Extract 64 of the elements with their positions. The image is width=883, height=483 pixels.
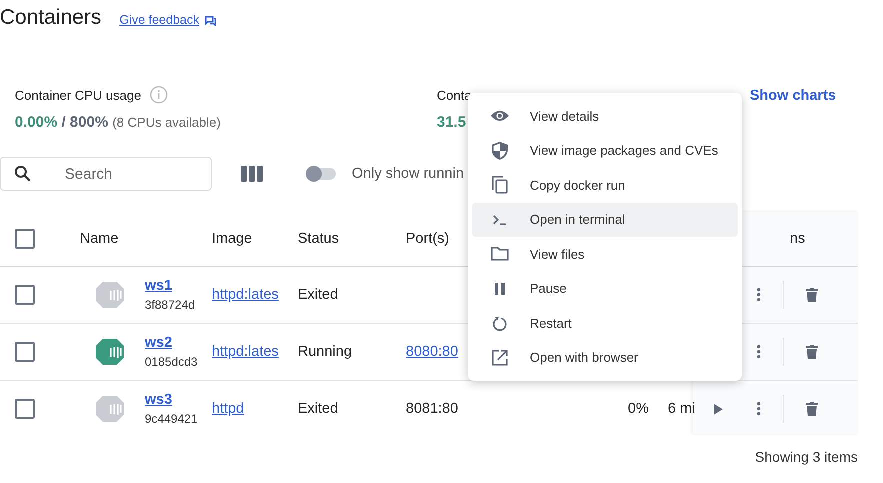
- external-link-icon: [492, 350, 508, 366]
- feedback-link[interactable]: Give feedback: [120, 13, 200, 27]
- more-icon[interactable]: [757, 345, 761, 359]
- checkbox[interactable]: [15, 285, 35, 305]
- port-text: 8081:80: [406, 401, 458, 417]
- menu-item[interactable]: Open in terminal: [472, 202, 738, 237]
- port-link[interactable]: 8080:80: [406, 344, 458, 360]
- toggle-label: Only show runnin: [352, 166, 464, 182]
- item-count: Showing 3 items: [755, 449, 858, 465]
- copy-icon: [492, 176, 508, 194]
- pause-icon: [495, 282, 505, 295]
- container-name-link[interactable]: ws3: [145, 392, 198, 408]
- checkbox[interactable]: [15, 342, 35, 362]
- checkbox[interactable]: [15, 229, 35, 249]
- stat-note: (8 CPUs available): [112, 115, 221, 130]
- container-name-link[interactable]: ws2: [145, 335, 198, 351]
- menu-item[interactable]: Restart: [472, 306, 738, 340]
- eye-icon: [491, 110, 509, 122]
- folder-icon: [491, 247, 509, 262]
- stat-label: Container CPU usage: [15, 88, 142, 102]
- column-header[interactable]: ns: [790, 231, 806, 247]
- status-text: Running: [298, 344, 352, 360]
- checkbox[interactable]: [15, 399, 35, 419]
- container-id: 9c449421: [145, 412, 198, 426]
- stat-value: 31.5: [437, 114, 466, 131]
- menu-item[interactable]: Copy docker run: [472, 168, 738, 202]
- container-name-link[interactable]: ws1: [145, 278, 196, 294]
- restart-icon: [493, 315, 507, 332]
- image-link[interactable]: httpd: [212, 401, 244, 417]
- trash-icon[interactable]: [806, 345, 818, 359]
- container-id: 3f88724d: [145, 298, 196, 312]
- chat-icon: [205, 16, 216, 26]
- play-icon[interactable]: [713, 404, 723, 414]
- container-id: 0185dcd3: [145, 355, 198, 369]
- search-field[interactable]: Search: [0, 157, 212, 191]
- menu-item[interactable]: View details: [472, 99, 738, 134]
- image-link[interactable]: httpd:lates: [212, 287, 279, 303]
- more-icon[interactable]: [757, 288, 761, 302]
- column-header[interactable]: Status: [298, 231, 340, 247]
- trash-icon[interactable]: [806, 402, 818, 416]
- menu-item[interactable]: View image packages and CVEs: [472, 134, 738, 168]
- page-title: Containers: [0, 6, 102, 30]
- column-header[interactable]: Port(s): [406, 231, 450, 247]
- info-icon: [150, 86, 168, 104]
- started-text: 6 mi: [668, 401, 696, 417]
- menu-item[interactable]: Pause: [472, 272, 738, 306]
- show-charts-link[interactable]: Show charts: [750, 86, 836, 104]
- more-icon[interactable]: [757, 402, 761, 416]
- trash-icon[interactable]: [806, 288, 818, 302]
- stat-total: / 800%: [62, 114, 108, 131]
- image-link[interactable]: httpd:lates: [212, 344, 279, 360]
- columns-icon[interactable]: [241, 166, 263, 182]
- search-icon: [14, 165, 32, 183]
- column-header[interactable]: Name: [80, 231, 119, 247]
- status-text: Exited: [298, 287, 338, 303]
- cpu-text: 0%: [628, 401, 649, 417]
- menu-item[interactable]: Open with browser: [472, 340, 738, 375]
- column-header[interactable]: Image: [212, 231, 252, 247]
- stat-value: 0.00%: [15, 114, 58, 131]
- status-text: Exited: [298, 401, 338, 417]
- terminal-icon: [493, 214, 507, 226]
- menu-item[interactable]: View files: [472, 237, 738, 272]
- toggle-switch[interactable]: [306, 168, 336, 180]
- shield-icon: [492, 142, 508, 160]
